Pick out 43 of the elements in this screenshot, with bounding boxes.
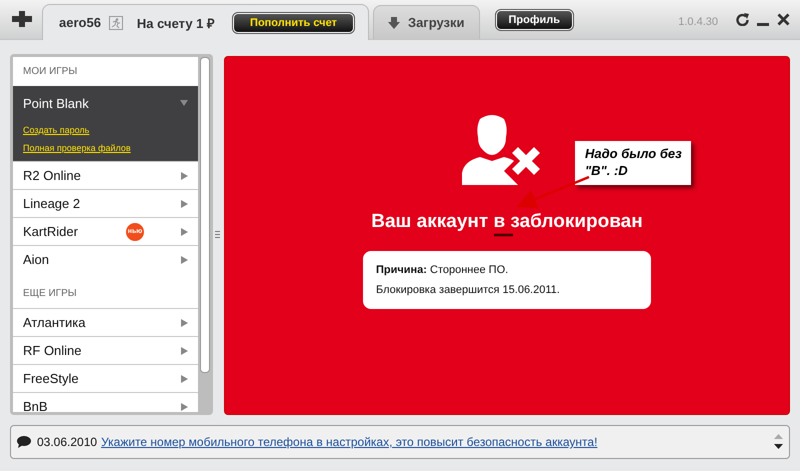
expand-arrow-icon[interactable] xyxy=(180,172,188,180)
expand-arrow-icon[interactable] xyxy=(180,200,188,208)
game-item[interactable]: Aion xyxy=(13,245,198,273)
balance-text: На счету 1 ₽ xyxy=(136,14,216,32)
download-arrow-icon xyxy=(388,16,400,28)
speech-bubble-icon xyxy=(17,436,31,448)
block-until-text: Блокировка завершится 15.06.2011. xyxy=(376,283,561,298)
section-heading: МОИ ИГРЫ xyxy=(22,65,78,79)
close-icon[interactable] xyxy=(777,13,790,26)
running-person-icon xyxy=(108,16,123,30)
splitter-grip-icon[interactable] xyxy=(215,231,220,238)
tab[interactable]: aero56 На счету 1 ₽ Пополнить счет xyxy=(42,4,369,40)
top-up-button[interactable]: Пополнить счет xyxy=(233,12,354,32)
game-item[interactable]: FreeStyle xyxy=(13,364,198,392)
game-item[interactable]: Point Blank Создать пароль Полная проверка файлов xyxy=(13,86,198,161)
notice-date: 03.06.2010 xyxy=(37,435,98,449)
collapse-arrow-icon[interactable] xyxy=(180,99,188,107)
notice-link[interactable]: Укажите номер мобильного телефона в настройках, это повысит безопасность аккаунта! xyxy=(101,435,774,449)
annotation-callout: Надо было без "В". :D xyxy=(575,141,691,185)
game-item[interactable]: Атлантика xyxy=(13,308,198,336)
expand-arrow-icon[interactable] xyxy=(180,228,188,236)
underline-mark xyxy=(494,234,513,236)
scroll-arrows-icon[interactable] xyxy=(774,433,783,451)
profile-button[interactable]: Профиль xyxy=(496,10,573,30)
expand-arrow-icon[interactable] xyxy=(180,402,188,410)
expand-arrow-icon[interactable] xyxy=(180,374,188,382)
game-link[interactable]: Полная проверка файлов xyxy=(23,140,131,156)
blocked-title: Ваш аккаунт в заблокирован xyxy=(371,211,643,233)
expand-arrow-icon[interactable] xyxy=(180,346,188,354)
expand-arrow-icon[interactable] xyxy=(180,256,188,264)
section-heading: ЕЩЕ ИГРЫ xyxy=(22,287,78,301)
tab[interactable]: Загрузки xyxy=(372,5,480,39)
game-item[interactable]: R2 Online xyxy=(13,161,198,189)
user-name: aero56 xyxy=(59,15,101,30)
expand-arrow-icon[interactable] xyxy=(180,318,188,326)
version-text: 1.0.4.30 xyxy=(678,16,718,28)
game-item[interactable]: BnB xyxy=(13,392,198,412)
game-link[interactable]: Создать пароль xyxy=(23,122,90,138)
blocked-user-icon xyxy=(462,115,542,185)
game-item[interactable]: RF Online xyxy=(13,336,198,364)
reason-text: Причина: Стороннее ПО. xyxy=(376,263,510,278)
refresh-icon[interactable] xyxy=(736,13,749,26)
game-item[interactable]: Lineage 2 xyxy=(13,189,198,217)
